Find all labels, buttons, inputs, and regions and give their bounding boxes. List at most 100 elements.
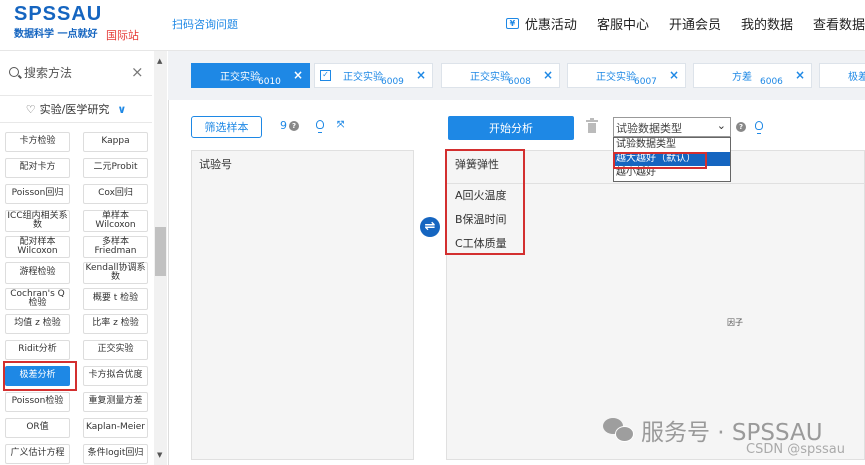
lightbulb-icon[interactable] bbox=[755, 121, 763, 134]
tab-variance-6006[interactable]: 方差 6006 × bbox=[693, 63, 812, 88]
tab-label: 正交实验 bbox=[470, 72, 510, 83]
data-type-select[interactable]: 试验数据类型 ⌄ bbox=[613, 117, 731, 137]
method-button[interactable]: Kaplan-Meier bbox=[83, 418, 148, 438]
method-button[interactable]: 广义估计方程 bbox=[5, 444, 70, 464]
chevron-down-icon: ⌄ bbox=[716, 119, 726, 132]
work-area: 筛选样本 9 ? ⤧ 试验号 ⇌ 开始分析 试验数据类型 ⌄ ? 弹簧弹性 A回… bbox=[178, 100, 865, 465]
method-button[interactable]: 游程检验 bbox=[5, 262, 70, 284]
close-icon[interactable]: × bbox=[293, 68, 303, 82]
scroll-thumb[interactable] bbox=[155, 227, 166, 276]
method-button[interactable]: 重复测量方差 bbox=[83, 392, 148, 412]
intl-site-link[interactable]: 国际站 bbox=[106, 27, 139, 43]
tab-range[interactable]: 极差 bbox=[819, 63, 865, 88]
method-button[interactable]: 单样本Wilcoxon bbox=[83, 210, 148, 232]
method-button[interactable]: 比率 z 检验 bbox=[83, 314, 148, 334]
heart-icon: ♡ bbox=[25, 102, 36, 116]
select-value: 试验数据类型 bbox=[616, 122, 682, 135]
trash-icon[interactable] bbox=[586, 118, 598, 134]
method-button[interactable]: Cox回归 bbox=[83, 184, 148, 204]
wechat-icon bbox=[603, 418, 634, 442]
method-button[interactable]: 条件logit回归 bbox=[83, 444, 148, 464]
tab-label: 方差 bbox=[732, 72, 752, 83]
nav-view-data[interactable]: 查看数据 bbox=[813, 14, 865, 33]
method-button[interactable]: 配对样本Wilcoxon bbox=[5, 236, 70, 258]
top-header: SPSSAU 数据科学 一点就好 国际站 扫码咨询问题 ¥ 优惠活动 客服中心 … bbox=[0, 0, 865, 51]
method-button[interactable]: Poisson检验 bbox=[5, 392, 70, 412]
search-input[interactable] bbox=[24, 64, 124, 82]
nav-label: 优惠活动 bbox=[524, 18, 577, 33]
nav-customer-service[interactable]: 客服中心 bbox=[597, 14, 649, 33]
help-icon[interactable]: ? bbox=[289, 121, 299, 131]
tab-bar: 正交实验 6010 × ✓ 正交实验 6009 × 正交实验 6008 × 正交… bbox=[168, 51, 865, 100]
scroll-down-arrow[interactable]: ▼ bbox=[157, 451, 162, 459]
method-button[interactable]: 卡方检验 bbox=[5, 132, 70, 152]
csdn-watermark: CSDN @spssau bbox=[746, 442, 845, 457]
method-button[interactable]: Kendall协调系数 bbox=[83, 262, 148, 284]
method-button[interactable]: 正交实验 bbox=[83, 340, 148, 360]
method-button[interactable]: ICC组内相关系数 bbox=[5, 210, 70, 232]
nav-membership[interactable]: 开通会员 bbox=[669, 14, 721, 33]
variable-list[interactable]: 试验号 bbox=[191, 150, 414, 460]
category-label: 实验/医学研究 bbox=[39, 103, 110, 116]
tab-id: 6007 bbox=[634, 77, 657, 87]
tab-id: 6008 bbox=[508, 77, 531, 87]
tab-label: 极差 bbox=[848, 72, 865, 83]
close-icon[interactable]: × bbox=[669, 68, 679, 82]
method-sidebar: × ♡ 实验/医学研究 ∨ 卡方检验 Kappa 配对卡方 二元Probit P… bbox=[0, 51, 169, 465]
trash-lid bbox=[586, 120, 598, 122]
tab-orthogonal-6007[interactable]: 正交实验 6007 × bbox=[567, 63, 686, 88]
scroll-up-arrow[interactable]: ▲ bbox=[157, 57, 162, 65]
tab-orthogonal-6008[interactable]: 正交实验 6008 × bbox=[441, 63, 560, 88]
expand-icon[interactable]: ⤧ bbox=[337, 120, 344, 130]
dropdown-option[interactable]: 试验数据类型 bbox=[614, 138, 730, 152]
factor-zone-label: 因子 bbox=[727, 318, 743, 327]
nav-my-data[interactable]: 我的数据 bbox=[741, 14, 793, 33]
list-item[interactable]: 试验号 bbox=[199, 156, 232, 172]
checkbox-icon[interactable]: ✓ bbox=[320, 70, 331, 81]
trash-body bbox=[588, 123, 596, 133]
method-button[interactable]: Cochran's Q检验 bbox=[5, 288, 70, 310]
wechat-bubble-small bbox=[615, 426, 634, 442]
chevron-down-icon: ∨ bbox=[117, 102, 127, 116]
method-button[interactable]: 二元Probit bbox=[83, 158, 148, 178]
logo-slogan: 数据科学 一点就好 bbox=[14, 29, 98, 40]
highlight-box bbox=[445, 149, 525, 255]
tab-id: 6006 bbox=[760, 77, 783, 87]
method-button[interactable]: Poisson回归 bbox=[5, 184, 70, 204]
highlight-box bbox=[613, 152, 707, 169]
nav-promotions[interactable]: ¥ 优惠活动 bbox=[505, 14, 577, 33]
sidebar-scrollbar[interactable]: ▲ ▼ bbox=[154, 51, 167, 465]
lightbulb-icon[interactable] bbox=[316, 120, 324, 133]
tab-id: 6009 bbox=[381, 77, 404, 87]
start-analysis-button[interactable]: 开始分析 bbox=[448, 116, 574, 140]
filter-samples-button[interactable]: 筛选样本 bbox=[191, 116, 262, 138]
scan-consult-link[interactable]: 扫码咨询问题 bbox=[172, 16, 238, 32]
method-button[interactable]: OR值 bbox=[5, 418, 70, 438]
method-button[interactable]: 卡方拟合优度 bbox=[83, 366, 148, 386]
tab-label: 正交实验 bbox=[596, 72, 636, 83]
method-button[interactable]: 多样本Friedman bbox=[83, 236, 148, 258]
help-icon[interactable]: ? bbox=[736, 122, 746, 132]
close-icon[interactable]: × bbox=[131, 63, 144, 81]
close-icon[interactable]: × bbox=[543, 68, 553, 82]
close-icon[interactable]: × bbox=[795, 68, 805, 82]
method-button[interactable]: 均值 z 检验 bbox=[5, 314, 70, 334]
tab-orthogonal-6009[interactable]: ✓ 正交实验 6009 × bbox=[314, 63, 433, 88]
variable-count: 9 bbox=[280, 119, 287, 132]
analysis-panel: 筛选样本 9 ? ⤧ 试验号 ⇌ 开始分析 试验数据类型 ⌄ ? 弹簧弹性 A回… bbox=[178, 100, 865, 465]
method-button[interactable]: 概要 t 检验 bbox=[83, 288, 148, 310]
highlight-box bbox=[3, 361, 77, 391]
category-selector[interactable]: ♡ 实验/医学研究 ∨ bbox=[0, 95, 152, 123]
method-button[interactable]: Kappa bbox=[83, 132, 148, 152]
logo[interactable]: SPSSAU bbox=[14, 3, 102, 26]
top-nav: ¥ 优惠活动 客服中心 开通会员 我的数据 查看数据 bbox=[505, 14, 865, 33]
close-icon[interactable]: × bbox=[416, 68, 426, 82]
method-search: × bbox=[0, 62, 152, 88]
tab-label: 正交实验 bbox=[220, 72, 260, 83]
tab-orthogonal-6010[interactable]: 正交实验 6010 × bbox=[191, 63, 310, 88]
method-button[interactable]: 配对卡方 bbox=[5, 158, 70, 178]
method-button[interactable]: Ridit分析 bbox=[5, 340, 70, 360]
tab-label: 正交实验 bbox=[343, 72, 383, 83]
swap-arrows-icon[interactable]: ⇌ bbox=[420, 217, 440, 237]
search-icon bbox=[9, 67, 19, 77]
